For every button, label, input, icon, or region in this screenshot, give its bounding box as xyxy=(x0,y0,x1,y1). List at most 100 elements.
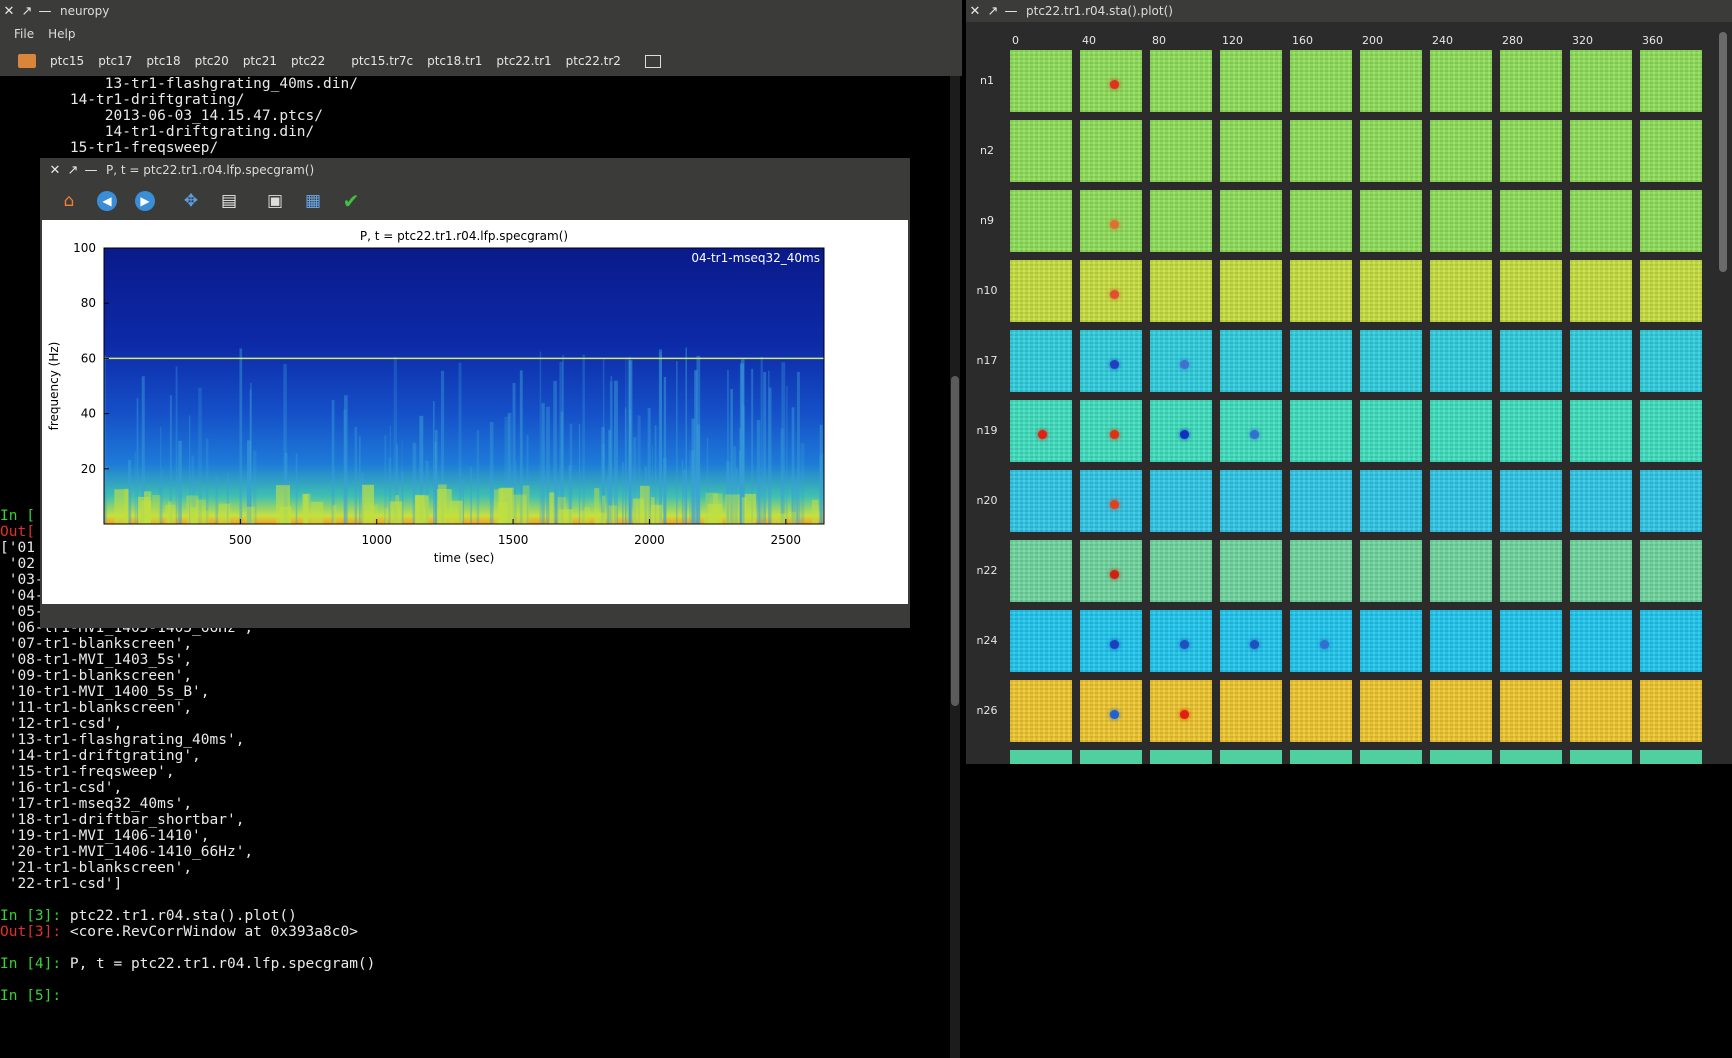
sta-cell[interactable] xyxy=(1290,680,1352,742)
sta-cell[interactable] xyxy=(1570,680,1632,742)
sta-cell[interactable] xyxy=(1640,260,1702,322)
scrollbar-thumb[interactable] xyxy=(1719,32,1727,272)
sta-cell[interactable] xyxy=(1080,50,1142,112)
scrollbar-thumb[interactable] xyxy=(951,376,959,706)
minimize-icon[interactable]: — xyxy=(36,4,54,19)
sta-cell[interactable] xyxy=(1430,610,1492,672)
tab-ptc15-tr7c[interactable]: ptc15.tr7c xyxy=(351,54,413,68)
sta-cell[interactable] xyxy=(1080,400,1142,462)
sta-cell[interactable] xyxy=(1220,400,1282,462)
sta-grid[interactable]: 0 40 80 120 160 200 240 280 320 360 n1 n2 n9 n10 n17 n1… xyxy=(966,22,1716,764)
tab-ptc21[interactable]: ptc21 xyxy=(243,54,277,68)
sta-cell[interactable] xyxy=(1010,470,1072,532)
back-icon[interactable]: ◀ xyxy=(94,188,120,214)
sta-cell[interactable] xyxy=(1150,470,1212,532)
sta-cell[interactable] xyxy=(1570,50,1632,112)
sta-cell[interactable] xyxy=(1360,610,1422,672)
sta-cell[interactable] xyxy=(1290,400,1352,462)
sta-cell[interactable] xyxy=(1080,610,1142,672)
restore-icon[interactable]: ↗ xyxy=(18,4,36,19)
sta-cell[interactable] xyxy=(1360,120,1422,182)
tab-ptc22[interactable]: ptc22 xyxy=(291,54,325,68)
sta-cell[interactable] xyxy=(1150,190,1212,252)
sta-cell[interactable] xyxy=(1010,190,1072,252)
sta-cell[interactable] xyxy=(1430,400,1492,462)
sta-cell[interactable] xyxy=(1290,610,1352,672)
sta-cell[interactable] xyxy=(1220,540,1282,602)
sta-cell[interactable] xyxy=(1570,750,1632,764)
sta-cell[interactable] xyxy=(1430,50,1492,112)
sta-cell[interactable] xyxy=(1640,120,1702,182)
sta-cell[interactable] xyxy=(1360,330,1422,392)
sta-cell[interactable] xyxy=(1220,470,1282,532)
tab-ptc15[interactable]: ptc15 xyxy=(50,54,84,68)
sta-cell[interactable] xyxy=(1010,540,1072,602)
sta-cell[interactable] xyxy=(1500,190,1562,252)
sta-cell[interactable] xyxy=(1290,50,1352,112)
sta-cell[interactable] xyxy=(1500,540,1562,602)
sta-cell[interactable] xyxy=(1220,330,1282,392)
sta-cell[interactable] xyxy=(1150,330,1212,392)
sta-cell[interactable] xyxy=(1640,470,1702,532)
restore-icon[interactable]: ↗ xyxy=(984,4,1002,19)
sta-cell[interactable] xyxy=(1220,680,1282,742)
sta-cell[interactable] xyxy=(1220,50,1282,112)
sta-cell[interactable] xyxy=(1500,400,1562,462)
sta-cell[interactable] xyxy=(1430,330,1492,392)
sta-cell[interactable] xyxy=(1080,470,1142,532)
sta-cell[interactable] xyxy=(1220,610,1282,672)
sta-cell[interactable] xyxy=(1570,330,1632,392)
sta-cell[interactable] xyxy=(1010,330,1072,392)
sta-cell[interactable] xyxy=(1430,190,1492,252)
sta-cell[interactable] xyxy=(1360,680,1422,742)
sta-cell[interactable] xyxy=(1500,260,1562,322)
minimize-icon[interactable]: — xyxy=(1002,4,1020,19)
sta-cell[interactable] xyxy=(1220,120,1282,182)
sta-cell[interactable] xyxy=(1290,470,1352,532)
sta-cell[interactable] xyxy=(1430,540,1492,602)
sta-cell[interactable] xyxy=(1500,330,1562,392)
terminal-icon[interactable] xyxy=(644,54,661,68)
folder-icon[interactable] xyxy=(18,54,36,68)
sta-cell[interactable] xyxy=(1080,260,1142,322)
tab-ptc18[interactable]: ptc18 xyxy=(146,54,180,68)
sta-cell[interactable] xyxy=(1150,400,1212,462)
sta-cell[interactable] xyxy=(1290,120,1352,182)
home-icon[interactable]: ⌂ xyxy=(56,188,82,214)
sta-cell[interactable] xyxy=(1360,260,1422,322)
sta-cell[interactable] xyxy=(1150,50,1212,112)
sta-cell[interactable] xyxy=(1150,610,1212,672)
sta-cell[interactable] xyxy=(1500,50,1562,112)
sta-cell[interactable] xyxy=(1150,260,1212,322)
sta-cell[interactable] xyxy=(1290,260,1352,322)
sta-cell[interactable] xyxy=(1150,120,1212,182)
check-icon[interactable]: ✔ xyxy=(338,188,364,214)
sta-cell[interactable] xyxy=(1220,190,1282,252)
pan-icon[interactable]: ✥ xyxy=(178,188,204,214)
sta-cell[interactable] xyxy=(1640,750,1702,764)
sta-cell[interactable] xyxy=(1360,400,1422,462)
sta-cell[interactable] xyxy=(1150,540,1212,602)
sta-cell[interactable] xyxy=(1640,610,1702,672)
sta-scrollbar[interactable] xyxy=(1716,22,1730,764)
sta-cell[interactable] xyxy=(1220,750,1282,764)
sta-cell[interactable] xyxy=(1150,750,1212,764)
sta-cell[interactable] xyxy=(1360,190,1422,252)
sta-cell[interactable] xyxy=(1430,260,1492,322)
tab-ptc22-tr1[interactable]: ptc22.tr1 xyxy=(496,54,551,68)
sta-cell[interactable] xyxy=(1500,470,1562,532)
close-icon[interactable]: ✕ xyxy=(46,163,64,178)
tab-ptc22-tr2[interactable]: ptc22.tr2 xyxy=(566,54,621,68)
sta-cell[interactable] xyxy=(1500,750,1562,764)
subplots-icon[interactable]: ▣ xyxy=(262,188,288,214)
sta-cell[interactable] xyxy=(1570,120,1632,182)
sta-cell[interactable] xyxy=(1290,750,1352,764)
sta-cell[interactable] xyxy=(1010,400,1072,462)
sta-cell[interactable] xyxy=(1010,120,1072,182)
sta-cell[interactable] xyxy=(1570,190,1632,252)
close-icon[interactable]: ✕ xyxy=(966,4,984,19)
menu-file[interactable]: File xyxy=(14,27,34,41)
sta-cell[interactable] xyxy=(1290,540,1352,602)
specgram-canvas[interactable]: 500 1000 1500 2000 2500 20 40 60 80 100 P, t = ptc… xyxy=(42,220,908,604)
sta-cell[interactable] xyxy=(1500,120,1562,182)
